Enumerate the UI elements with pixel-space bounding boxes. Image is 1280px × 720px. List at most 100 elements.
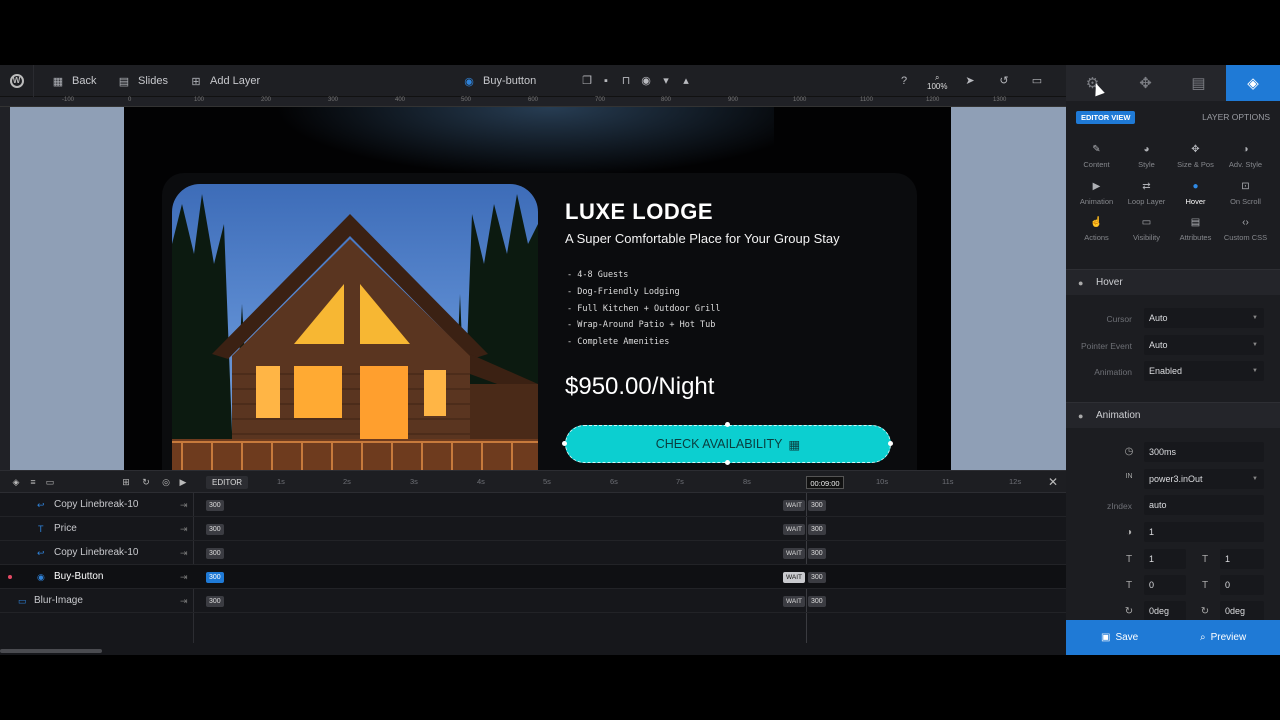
editor-view-tag[interactable]: EDITOR VIEW — [1076, 111, 1136, 124]
wait-value-chip[interactable]: 300 — [808, 548, 826, 559]
lodge-photo[interactable] — [172, 184, 538, 470]
duration-chip[interactable]: 300 — [206, 500, 224, 511]
scale-y-input[interactable]: 1 — [1220, 549, 1264, 569]
wait-chip[interactable]: WAIT — [783, 548, 806, 559]
opacity-input[interactable]: 1 — [1144, 522, 1264, 542]
save-button[interactable]: ▣ Save — [1101, 620, 1138, 655]
selected-layer[interactable]: ◉ Buy-button — [463, 65, 536, 97]
wait-value-chip[interactable]: 300 — [808, 524, 826, 535]
loop-icon[interactable]: ↻ — [141, 477, 151, 487]
pointer-event-select[interactable]: Auto ▼ — [1144, 335, 1264, 355]
wordpress-logo-icon[interactable]: W — [0, 65, 34, 97]
lock-icon[interactable]: ⊓ — [620, 75, 632, 87]
check-availability-button[interactable]: CHECK AVAILABILITY ▦ — [565, 425, 891, 463]
cursor-select[interactable]: Auto ▼ — [1144, 308, 1264, 328]
tab-size-pos[interactable]: ✥ Size & Pos — [1169, 143, 1222, 179]
skew-y-input[interactable]: 0 — [1220, 575, 1264, 595]
easing-select[interactable]: power3.inOut ▼ — [1144, 469, 1264, 489]
tab-style[interactable]: ◕ Style — [1120, 143, 1173, 179]
horizontal-scrollbar[interactable] — [0, 649, 102, 653]
eye-icon[interactable]: ◉ — [640, 75, 652, 87]
list-icon[interactable]: ≡ — [28, 477, 38, 487]
timeline-row-active[interactable]: ◉ Buy-Button ⇥ 300 WAIT 300 — [0, 565, 1066, 589]
wait-chip[interactable]: WAIT — [783, 572, 806, 583]
play-icon[interactable]: ▶ — [178, 477, 188, 487]
editor-canvas[interactable]: LUXE LODGE A Super Comfortable Place for… — [10, 107, 1066, 470]
scale-x-input[interactable]: 1 — [1144, 549, 1186, 569]
rotate-x-input[interactable]: 0deg — [1144, 601, 1186, 621]
tab-actions[interactable]: ☝ Actions — [1070, 216, 1123, 252]
layers-tab[interactable]: ◈ — [1226, 65, 1280, 101]
timeline-row[interactable]: ↩ Copy Linebreak-10 ⇥ 300 WAIT 300 — [0, 493, 1066, 517]
collapse-arrow-icon[interactable]: ⇥ — [180, 493, 188, 517]
current-time[interactable]: 00:09:00 — [806, 476, 844, 489]
wait-value-chip[interactable]: 300 — [808, 500, 826, 511]
resize-handle[interactable] — [725, 422, 730, 427]
editor-mode-tag[interactable]: EDITOR — [206, 476, 249, 489]
wait-chip[interactable]: WAIT — [783, 500, 806, 511]
timeline-row[interactable]: ↩ Copy Linebreak-10 ⇥ 300 WAIT 300 — [0, 541, 1066, 565]
feature-list[interactable]: - 4-8 Guests - Dog-Friendly Lodging - Fu… — [567, 267, 721, 351]
collapse-arrow-icon[interactable]: ⇥ — [180, 565, 188, 589]
resize-handle[interactable] — [888, 441, 893, 446]
timeline-row[interactable]: T Price ⇥ 300 WAIT 300 — [0, 517, 1066, 541]
zoom-control[interactable]: ⌕ 100% — [927, 73, 947, 91]
wait-chip[interactable]: WAIT — [783, 596, 806, 607]
collapse-arrow-icon[interactable]: ⇥ — [180, 541, 188, 565]
desktop-icon[interactable]: ▭ — [1031, 75, 1043, 87]
grid-view-icon[interactable]: ⊞ — [121, 477, 131, 487]
wait-value-chip[interactable]: 300 — [808, 572, 826, 583]
layers-icon[interactable]: ◈ — [11, 477, 21, 487]
settings-tab[interactable]: ⚙ — [1066, 65, 1119, 101]
zindex-input[interactable]: auto — [1144, 495, 1264, 515]
chevron-up-icon[interactable]: ▴ — [680, 75, 692, 87]
tab-attributes[interactable]: ▤ Attributes — [1169, 216, 1222, 252]
wait-value-chip[interactable]: 300 — [808, 596, 826, 607]
animation-section-header[interactable]: ● Animation — [1066, 402, 1280, 428]
close-icon[interactable]: ✕ — [1048, 476, 1058, 488]
tab-custom-css[interactable]: ‹› Custom CSS — [1219, 216, 1272, 252]
rotate-y-input[interactable]: 0deg — [1220, 601, 1264, 621]
slide-tab[interactable]: ▤ — [1172, 65, 1225, 101]
slide-stage[interactable]: LUXE LODGE A Super Comfortable Place for… — [124, 107, 951, 470]
folder-icon[interactable]: ▭ — [45, 477, 55, 487]
pointer-icon[interactable]: ➤ — [964, 75, 976, 87]
navigation-tab[interactable]: ✥ — [1119, 65, 1172, 101]
tab-on-scroll[interactable]: ⊡ On Scroll — [1219, 180, 1272, 216]
pointer-event-label: Pointer Event — [1080, 341, 1132, 351]
tab-visibility[interactable]: ▭ Visibility — [1120, 216, 1173, 252]
tab-animation[interactable]: ▶ Animation — [1070, 180, 1123, 216]
sync-icon[interactable]: ◎ — [161, 477, 171, 487]
price-text[interactable]: $950.00/Night — [565, 373, 714, 401]
hover-section-header[interactable]: ● Hover — [1066, 269, 1280, 295]
wait-chip[interactable]: WAIT — [783, 524, 806, 535]
collapse-arrow-icon[interactable]: ⇥ — [180, 517, 188, 541]
tab-loop-layer[interactable]: ⇄ Loop Layer — [1120, 180, 1173, 216]
chevron-down-icon[interactable]: ▾ — [660, 75, 672, 87]
collapse-arrow-icon[interactable]: ⇥ — [180, 589, 188, 613]
duplicate-icon[interactable]: ❐ — [581, 75, 593, 87]
timeline-tick: 11s — [942, 477, 954, 486]
back-button[interactable]: ▦ Back — [52, 65, 97, 97]
lodge-subtitle[interactable]: A Super Comfortable Place for Your Group… — [565, 231, 840, 246]
preview-button[interactable]: ⌕ Preview — [1200, 620, 1246, 655]
skew-x-input[interactable]: 0 — [1144, 575, 1186, 595]
undo-icon[interactable]: ↺ — [998, 75, 1010, 87]
add-layer-button[interactable]: ⊞ Add Layer — [190, 65, 260, 97]
duration-chip[interactable]: 300 — [206, 548, 224, 559]
tab-adv-style[interactable]: ◑ Adv. Style — [1219, 143, 1272, 179]
tab-hover[interactable]: ● Hover — [1169, 180, 1222, 216]
resize-handle[interactable] — [725, 460, 730, 465]
tab-content[interactable]: ✎ Content — [1070, 143, 1123, 179]
duration-chip[interactable]: 300 — [206, 524, 224, 535]
hover-animation-select[interactable]: Enabled ▼ — [1144, 361, 1264, 381]
duration-chip[interactable]: 300 — [206, 596, 224, 607]
trash-icon[interactable]: ▪ — [600, 75, 612, 87]
duration-input[interactable]: 300ms — [1144, 442, 1264, 462]
duration-chip[interactable]: 300 — [206, 572, 224, 583]
slides-button[interactable]: ▤ Slides — [118, 65, 168, 97]
resize-handle[interactable] — [562, 441, 567, 446]
help-icon[interactable]: ? — [898, 75, 910, 87]
lodge-title[interactable]: LUXE LODGE — [565, 199, 713, 225]
timeline-row[interactable]: ▭ Blur-Image ⇥ 300 WAIT 300 — [0, 589, 1066, 613]
